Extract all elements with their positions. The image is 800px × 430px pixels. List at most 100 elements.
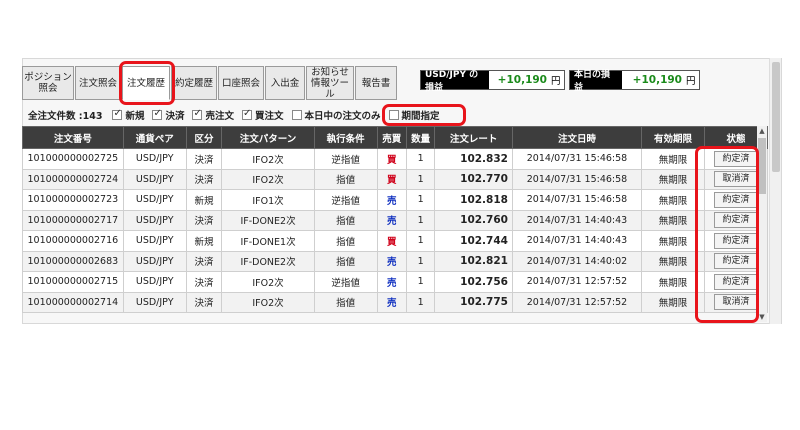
- cell-expiry: 無期限: [641, 230, 705, 252]
- tab-order-history[interactable]: 注文履歴: [122, 66, 170, 100]
- cell-execution-condition: 指値: [313, 291, 378, 313]
- col-header-expiry[interactable]: 有効期限: [641, 126, 705, 149]
- checkbox-icon[interactable]: [241, 108, 252, 120]
- filter-today-only-checkbox[interactable]: 本日中の注文のみ: [291, 108, 381, 122]
- cell-quantity: 1: [405, 209, 436, 231]
- cell-order-rate: 102.744: [434, 230, 513, 252]
- tab-reports[interactable]: 報告書: [355, 66, 397, 100]
- usdjpy-pl-unit: 円: [551, 71, 564, 89]
- table-row[interactable]: 101000000002683 USD/JPY 決済 IF-DONE2次 指値売 1 102…: [22, 250, 769, 272]
- cell-expiry: 無期限: [641, 168, 705, 190]
- status-button[interactable]: 約定済: [713, 273, 758, 290]
- table-row[interactable]: 101000000002724 USD/JPY 決済 IFO2次 指値買 1 102.770…: [22, 168, 769, 190]
- cell-type: 決済: [185, 250, 223, 272]
- cell-type: 新規: [185, 189, 223, 211]
- cell-currency-pair: USD/JPY: [122, 189, 187, 211]
- status-button[interactable]: 取消済: [713, 171, 758, 188]
- cell-order-no: 101000000002725: [22, 148, 124, 170]
- filter-new-checkbox[interactable]: 新規: [112, 108, 144, 122]
- col-header-order-pattern[interactable]: 注文パターン: [221, 126, 315, 149]
- tab-news-info-tools[interactable]: お知らせ 情報ツール: [306, 66, 354, 100]
- cell-order-no: 101000000002723: [22, 189, 124, 211]
- cell-execution-condition: 逆指値: [313, 148, 378, 170]
- table-row[interactable]: 101000000002725 USD/JPY 決済 IFO2次 逆指値買 1 102.83…: [22, 148, 769, 170]
- cell-order-no: 101000000002683: [22, 250, 124, 272]
- cell-order-datetime: 2014/07/31 14:40:02: [511, 250, 643, 272]
- table-vertical-scrollbar[interactable]: ▲ ▼: [757, 126, 767, 322]
- usdjpy-pl-value: +10,190: [489, 71, 551, 89]
- checkbox-icon[interactable]: [388, 110, 399, 120]
- col-header-order-no[interactable]: 注文番号: [22, 126, 124, 149]
- table-scroll-thumb[interactable]: [758, 138, 766, 194]
- cell-currency-pair: USD/JPY: [122, 291, 187, 313]
- status-button[interactable]: 約定済: [713, 253, 758, 270]
- scroll-down-arrow-icon[interactable]: ▼: [757, 312, 767, 322]
- cell-type: 決済: [185, 291, 223, 313]
- cell-order-pattern: IFO2次: [221, 271, 315, 293]
- tab-position-inquiry[interactable]: ポジション 照会: [22, 66, 74, 100]
- scroll-up-arrow-icon[interactable]: ▲: [757, 126, 767, 136]
- status-button[interactable]: 約定済: [713, 150, 758, 167]
- cell-side: 売: [376, 271, 408, 293]
- cell-type: 新規: [185, 230, 223, 252]
- col-header-type[interactable]: 区分: [185, 126, 223, 149]
- checkbox-icon[interactable]: [192, 108, 203, 120]
- cell-expiry: 無期限: [641, 189, 705, 211]
- panel-vertical-scrollbar[interactable]: [769, 58, 781, 324]
- panel-scroll-thumb[interactable]: [772, 62, 780, 172]
- status-button[interactable]: 約定済: [713, 212, 758, 229]
- tab-deposit-withdrawal[interactable]: 入出金: [265, 66, 305, 100]
- checkbox-icon[interactable]: [291, 110, 302, 120]
- cell-order-pattern: IF-DONE1次: [221, 230, 315, 252]
- cell-currency-pair: USD/JPY: [122, 209, 187, 231]
- table-row[interactable]: 101000000002716 USD/JPY 新規 IF-DONE1次 指値買 1 102…: [22, 230, 769, 252]
- cell-order-no: 101000000002724: [22, 168, 124, 190]
- filter-settlement-checkbox[interactable]: 決済: [152, 108, 184, 122]
- col-header-quantity[interactable]: 数量: [405, 126, 436, 149]
- cell-expiry: 無期限: [641, 291, 705, 313]
- col-header-side[interactable]: 売買: [376, 126, 408, 149]
- cell-currency-pair: USD/JPY: [122, 230, 187, 252]
- col-header-order-datetime[interactable]: 注文日時: [511, 126, 643, 149]
- cell-order-rate: 102.818: [434, 189, 513, 211]
- cell-quantity: 1: [405, 148, 436, 170]
- checkbox-icon[interactable]: [112, 108, 123, 120]
- tab-order-inquiry[interactable]: 注文照会: [75, 66, 121, 100]
- cell-type: 決済: [185, 271, 223, 293]
- col-header-currency-pair[interactable]: 通貨ペア: [122, 126, 187, 149]
- order-history-table: 注文番号 通貨ペア 区分 注文パターン 執行条件 売買 数量 注文レート 注文日…: [22, 126, 769, 313]
- cell-order-pattern: IF-DONE2次: [221, 209, 315, 231]
- cell-expiry: 無期限: [641, 250, 705, 272]
- usdjpy-pl-label: USD/JPY の損益: [421, 70, 489, 93]
- cell-quantity: 1: [405, 189, 436, 211]
- col-header-order-rate[interactable]: 注文レート: [434, 126, 513, 149]
- table-row[interactable]: 101000000002717 USD/JPY 決済 IF-DONE2次 指値売 1 102…: [22, 209, 769, 231]
- cell-order-pattern: IFO2次: [221, 168, 315, 190]
- cell-order-no: 101000000002714: [22, 291, 124, 313]
- checkbox-icon[interactable]: [152, 108, 163, 120]
- cell-type: 決済: [185, 148, 223, 170]
- filter-period-checkbox[interactable]: 期間指定: [388, 108, 440, 122]
- tab-execution-history[interactable]: 約定履歴: [171, 66, 217, 100]
- cell-side: 売: [376, 189, 408, 211]
- cell-order-pattern: IFO1次: [221, 189, 315, 211]
- status-button[interactable]: 取消済: [713, 294, 758, 311]
- cell-order-rate: 102.770: [434, 168, 513, 190]
- table-row[interactable]: 101000000002714 USD/JPY 決済 IFO2次 指値売 1 102.775…: [22, 291, 769, 313]
- status-button[interactable]: 約定済: [713, 232, 758, 249]
- table-row[interactable]: 101000000002723 USD/JPY 新規 IFO1次 逆指値売 1 102.81…: [22, 189, 769, 211]
- filter-sell-order-checkbox[interactable]: 売注文: [192, 108, 234, 122]
- cell-order-pattern: IFO2次: [221, 291, 315, 313]
- filter-buy-order-checkbox[interactable]: 買注文: [241, 108, 284, 122]
- cell-quantity: 1: [405, 168, 436, 190]
- cell-order-rate: 102.832: [434, 148, 513, 170]
- tab-account-inquiry[interactable]: 口座照会: [218, 66, 264, 100]
- cell-order-datetime: 2014/07/31 12:57:52: [511, 291, 643, 313]
- table-row[interactable]: 101000000002715 USD/JPY 決済 IFO2次 逆指値売 1 102.75…: [22, 271, 769, 293]
- col-header-execution-condition[interactable]: 執行条件: [313, 126, 378, 149]
- status-button[interactable]: 約定済: [713, 191, 758, 208]
- cell-expiry: 無期限: [641, 209, 705, 231]
- cell-currency-pair: USD/JPY: [122, 250, 187, 272]
- cell-quantity: 1: [405, 291, 436, 313]
- filter-new-label: 新規: [125, 111, 145, 122]
